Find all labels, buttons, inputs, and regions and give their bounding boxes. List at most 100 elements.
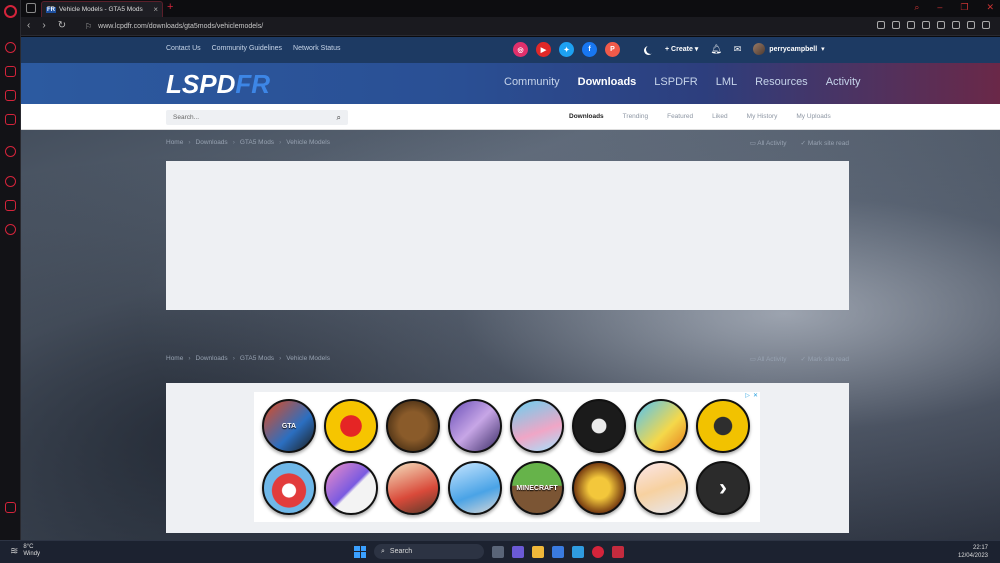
game-tile[interactable] [324, 461, 378, 515]
game-tile[interactable] [262, 461, 316, 515]
nav-activity[interactable]: Activity [826, 76, 861, 88]
teams-icon[interactable] [512, 545, 524, 558]
user-menu[interactable]: perrycampbell ▾ [753, 43, 825, 55]
opera-logo-icon[interactable] [4, 5, 17, 18]
file-explorer-icon[interactable] [532, 545, 544, 558]
player-icon[interactable] [5, 114, 16, 125]
game-tile[interactable] [448, 399, 502, 453]
crumb-downloads[interactable]: Downloads [196, 139, 228, 146]
more-games-button[interactable]: › [696, 461, 750, 515]
task-view-icon[interactable] [492, 545, 504, 558]
social-links: ◎ ▶ ✦ f P [513, 42, 620, 57]
photos-icon[interactable] [572, 545, 584, 558]
contact-us-link[interactable]: Contact Us [166, 45, 201, 52]
flow-icon[interactable] [937, 21, 945, 29]
weather-widget[interactable]: ≋ 8°C Windy [10, 544, 40, 558]
instagram-icon[interactable]: ◎ [513, 42, 528, 57]
all-activity-link[interactable]: ▭ All Activity [750, 139, 787, 147]
crumb-downloads[interactable]: Downloads [196, 355, 228, 362]
game-tile[interactable] [572, 461, 626, 515]
camera-icon[interactable] [892, 21, 900, 29]
crumb-home[interactable]: Home [166, 139, 183, 146]
menu-icon[interactable] [982, 21, 990, 29]
tab-liked[interactable]: Liked [712, 113, 728, 120]
lspdfr-favicon-icon: FR [46, 6, 56, 13]
game-tile[interactable] [572, 399, 626, 453]
game-tile[interactable] [510, 399, 564, 453]
youtube-icon[interactable]: ▶ [536, 42, 551, 57]
new-tab-icon[interactable]: + [167, 1, 173, 13]
search-icon[interactable]: ⌕ [337, 113, 341, 123]
game-tile[interactable] [324, 399, 378, 453]
tab-vehicle-models[interactable]: FR Vehicle Models - GTA5 Mods × [41, 1, 163, 17]
nav-downloads[interactable]: Downloads [578, 76, 637, 88]
cube-icon[interactable] [5, 200, 16, 211]
speed-dial-icon[interactable] [5, 42, 16, 53]
close-window-icon[interactable]: ✕ [986, 2, 994, 13]
patreon-icon[interactable]: P [605, 42, 620, 57]
forward-icon[interactable]: › [42, 20, 45, 31]
opera-icon[interactable] [592, 545, 604, 558]
facebook-icon[interactable]: f [582, 42, 597, 57]
windows-start-icon[interactable] [354, 545, 366, 558]
close-tab-icon[interactable]: × [153, 5, 158, 14]
player-icon[interactable] [907, 21, 915, 29]
nav-lspdfr[interactable]: LSPDFR [654, 76, 697, 88]
site-info-icon[interactable]: ⚐ [85, 22, 92, 31]
taskbar-search[interactable]: ⌕ Search [374, 544, 484, 559]
heart-icon[interactable] [922, 21, 930, 29]
ad-close-icon[interactable]: ✕ [752, 393, 759, 400]
tab-my-uploads[interactable]: My Uploads [796, 113, 830, 120]
all-activity-link[interactable]: ▭ All Activity [750, 355, 787, 363]
tab-trending[interactable]: Trending [623, 113, 648, 120]
profile-icon[interactable] [967, 21, 975, 29]
game-tile[interactable] [634, 399, 688, 453]
crumb-home[interactable]: Home [166, 355, 183, 362]
settings-icon[interactable] [5, 224, 16, 235]
history-icon[interactable] [5, 146, 16, 157]
wallet-icon[interactable] [952, 21, 960, 29]
community-guidelines-link[interactable]: Community Guidelines [212, 45, 282, 52]
opera-gx-icon[interactable] [612, 545, 624, 558]
gallery-icon[interactable] [5, 502, 16, 513]
site-logo[interactable]: LSPDFR [166, 69, 270, 100]
game-tile[interactable]: GTA [262, 399, 316, 453]
shopping-bag-icon[interactable] [5, 66, 16, 77]
search-input[interactable]: Search... ⌕ [166, 110, 348, 125]
url-field[interactable]: ⚐ www.lcpdfr.com/downloads/gta5mods/vehi… [85, 19, 865, 34]
game-tile[interactable]: MINECRAFT [510, 461, 564, 515]
clock[interactable]: 22:17 12/04/2023 [958, 544, 988, 560]
maximize-icon[interactable]: ❐ [960, 2, 968, 13]
mark-site-read-link[interactable]: ✓ Mark site read [801, 139, 849, 147]
game-tile[interactable] [696, 399, 750, 453]
tab-downloads[interactable]: Downloads [569, 113, 604, 120]
game-tile[interactable] [448, 461, 502, 515]
game-tile[interactable] [386, 461, 440, 515]
game-tile[interactable] [634, 461, 688, 515]
theme-toggle-icon[interactable] [646, 45, 655, 54]
back-icon[interactable]: ‹ [27, 20, 30, 31]
windows-taskbar: ≋ 8°C Windy ⌕ Search 22:17 12/04/2023 [0, 540, 1000, 563]
mark-site-read-link[interactable]: ✓ Mark site read [801, 355, 849, 363]
twitch-icon[interactable] [5, 90, 16, 101]
minimize-icon[interactable]: – [937, 2, 942, 13]
twitter-icon[interactable]: ✦ [559, 42, 574, 57]
nav-lml[interactable]: LML [716, 76, 737, 88]
game-tile[interactable] [386, 399, 440, 453]
tab-featured[interactable]: Featured [667, 113, 693, 120]
create-button[interactable]: + Create ▾ [665, 45, 698, 53]
nav-resources[interactable]: Resources [755, 76, 808, 88]
tab-my-history[interactable]: My History [747, 113, 778, 120]
store-icon[interactable] [552, 545, 564, 558]
search-tabs-icon[interactable]: ⌕ [914, 2, 919, 13]
share-icon[interactable] [877, 21, 885, 29]
nav-community[interactable]: Community [504, 76, 560, 88]
crumb-gta5-mods[interactable]: GTA5 Mods [240, 139, 274, 146]
clock-icon[interactable] [5, 176, 16, 187]
messages-icon[interactable]: ✉ [734, 44, 742, 55]
tab-menu-icon[interactable] [26, 3, 36, 13]
reload-icon[interactable]: ↻ [58, 20, 66, 31]
crumb-gta5-mods[interactable]: GTA5 Mods [240, 355, 274, 362]
network-status-link[interactable]: Network Status [293, 45, 340, 52]
notifications-icon[interactable]: 🔔︎ [710, 44, 721, 55]
